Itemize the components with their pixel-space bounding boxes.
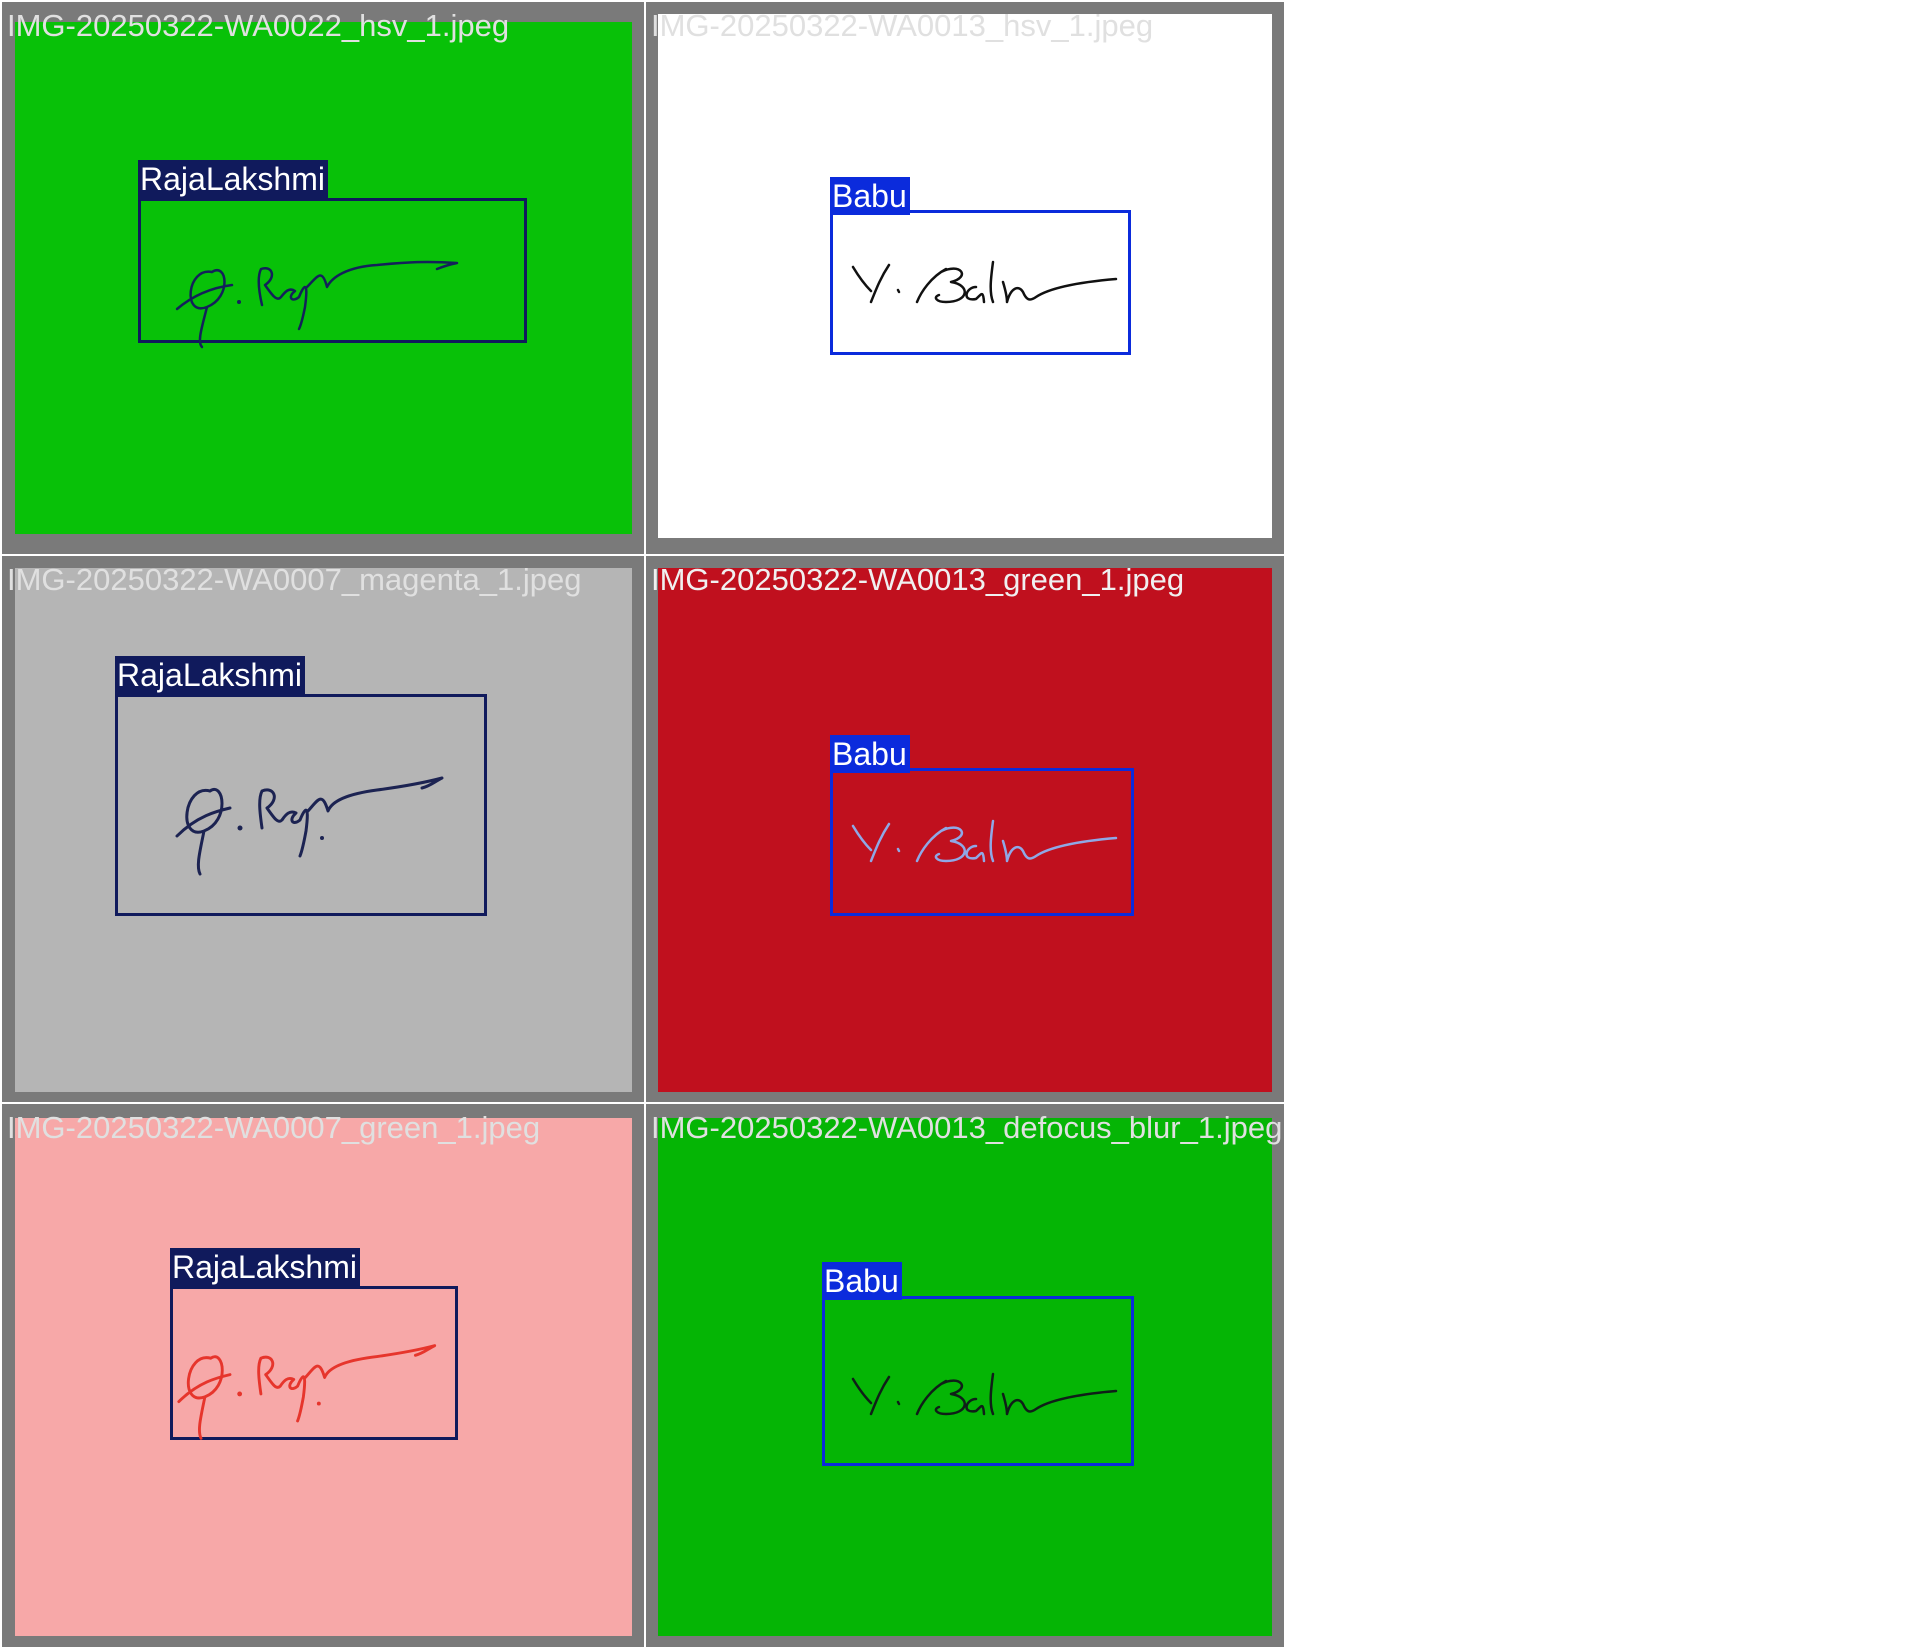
- signature-image: [175, 776, 444, 876]
- image-tile: IMG-20250322-WA0007_magenta_1.jpeg RajaL…: [2, 556, 644, 1102]
- signature-image: [851, 819, 1118, 863]
- image-tile: IMG-20250322-WA0013_green_1.jpeg Babu: [646, 556, 1284, 1102]
- signature-image: [177, 1344, 437, 1440]
- image-tile: IMG-20250322-WA0007_green_1.jpeg RajaLak…: [2, 1104, 644, 1647]
- image-tile: IMG-20250322-WA0022_hsv_1.jpeg RajaLaksh…: [2, 2, 644, 554]
- image-filename: IMG-20250322-WA0013_hsv_1.jpeg: [651, 8, 1154, 43]
- detection-label: RajaLakshmi: [170, 1248, 360, 1286]
- detection-label: Babu: [830, 177, 910, 215]
- signature-image: [851, 1372, 1118, 1416]
- image-filename: IMG-20250322-WA0007_magenta_1.jpeg: [7, 562, 582, 597]
- image-tile: IMG-20250322-WA0013_defocus_blur_1.jpeg …: [646, 1104, 1284, 1647]
- image-filename: IMG-20250322-WA0022_hsv_1.jpeg: [7, 8, 510, 43]
- image-filename: IMG-20250322-WA0013_defocus_blur_1.jpeg: [651, 1110, 1283, 1145]
- image-filename: IMG-20250322-WA0013_green_1.jpeg: [651, 562, 1185, 597]
- image-filename: IMG-20250322-WA0007_green_1.jpeg: [7, 1110, 541, 1145]
- detection-label: Babu: [822, 1262, 902, 1300]
- detection-label: RajaLakshmi: [115, 656, 305, 694]
- signature-image: [175, 260, 459, 349]
- detection-label: Babu: [830, 735, 910, 773]
- signature-image: [851, 260, 1118, 304]
- image-tile: IMG-20250322-WA0013_hsv_1.jpeg Babu: [646, 2, 1284, 554]
- detection-label: RajaLakshmi: [138, 160, 328, 198]
